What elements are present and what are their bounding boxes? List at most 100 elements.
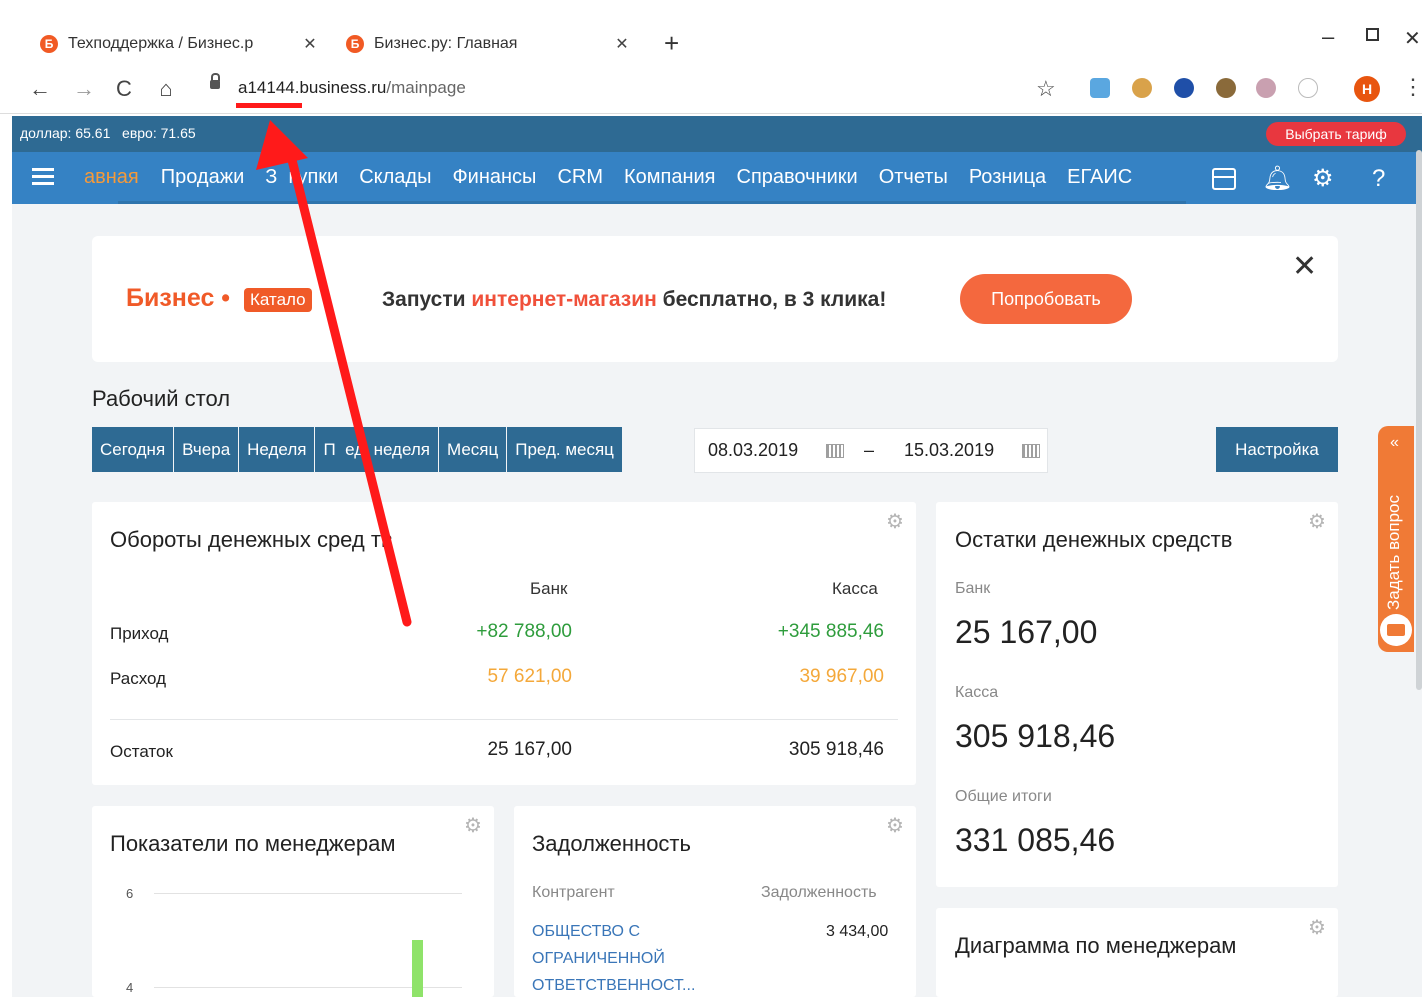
- counterparty-line: ОТВЕТСТВЕННОСТ...: [532, 977, 696, 994]
- counterparty-link[interactable]: ОБЩЕСТВО С ОГРАНИЧЕННОЙ ОТВЕТСТВЕННОСТ..…: [532, 918, 695, 999]
- balance-cash-value: 305 918,46: [788, 739, 884, 760]
- nav-item-main[interactable]: авная: [84, 166, 139, 189]
- calendar-icon[interactable]: [1022, 444, 1040, 458]
- nav-item-finance[interactable]: Финансы: [452, 166, 536, 189]
- nav-items: авная Продажи З купки Склады Финансы CRM…: [84, 166, 1153, 189]
- column-header-cash: Касса: [832, 579, 878, 598]
- extension-icon[interactable]: [1216, 78, 1236, 98]
- collapse-arrow-icon[interactable]: «: [1390, 434, 1399, 452]
- close-tab-icon[interactable]: ✕: [300, 34, 320, 54]
- period-yesterday[interactable]: Вчера: [174, 427, 240, 472]
- managers-title: Показатели по менеджерам: [110, 831, 396, 856]
- promo-logo-badge: Катало: [244, 288, 312, 312]
- help-icon[interactable]: ?: [1372, 166, 1385, 192]
- total-label: Общие итоги: [955, 788, 1052, 805]
- row-label-income: Приход: [110, 624, 169, 643]
- row-label-expense: Расход: [110, 669, 167, 688]
- cookie-extension-icon[interactable]: [1132, 78, 1152, 98]
- nav-item-warehouses[interactable]: Склады: [359, 166, 431, 189]
- period-prev-week[interactable]: П ед. неделя: [315, 427, 439, 472]
- tab-title: Бизнес.ру: Главная: [374, 35, 518, 52]
- balance-bank-value: 25 167,00: [487, 739, 572, 760]
- browser-tab-main[interactable]: Б Бизнес.ру: Главная ✕: [336, 26, 642, 62]
- period-today[interactable]: Сегодня: [92, 427, 175, 472]
- bank-value: 25 167,00: [955, 614, 1098, 650]
- close-window-icon[interactable]: ✕: [1404, 26, 1421, 51]
- choose-tariff-button[interactable]: Выбрать тариф: [1266, 122, 1406, 146]
- promo-text: Запусти интернет-магазин бесплатно, в 3 …: [382, 288, 886, 312]
- period-week[interactable]: Неделя: [239, 427, 316, 472]
- menu-icon[interactable]: [32, 168, 54, 186]
- tab-title: Техподдержка / Бизнес.р: [68, 35, 254, 52]
- gear-icon[interactable]: ⚙︎: [1312, 166, 1334, 192]
- annotation-underline: [236, 103, 302, 108]
- divider: [110, 719, 898, 720]
- promo-text-start: Запусти: [382, 288, 472, 311]
- close-promo-icon[interactable]: ✕: [1292, 252, 1317, 282]
- axis-tick-label: 4: [126, 980, 134, 995]
- nav-item-reports[interactable]: Отчеты: [879, 166, 948, 189]
- nav-item-company[interactable]: Компания: [624, 166, 716, 189]
- chart-bar: [412, 940, 423, 997]
- site-favicon-icon: Б: [40, 35, 58, 53]
- nav-item-crm[interactable]: CRM: [557, 166, 603, 189]
- period-prev-month[interactable]: Пред. месяц: [507, 427, 623, 472]
- profile-avatar[interactable]: Н: [1354, 76, 1380, 102]
- nav-item-egais[interactable]: ЕГАИС: [1067, 166, 1132, 189]
- date-to-input[interactable]: 15.03.2019: [904, 440, 994, 461]
- url-host: a14144.business.ru: [238, 78, 387, 97]
- close-tab-icon[interactable]: ✕: [612, 34, 632, 54]
- url-path: /mainpage: [386, 78, 466, 97]
- try-button[interactable]: Попробовать: [960, 274, 1132, 324]
- column-header-party: Контрагент: [532, 884, 615, 901]
- back-arrow-icon[interactable]: ←: [26, 76, 54, 102]
- date-from-input[interactable]: 08.03.2019: [708, 440, 798, 461]
- bell-icon[interactable]: 🔔︎: [1262, 166, 1292, 192]
- maximize-window-icon[interactable]: [1366, 28, 1379, 41]
- home-icon[interactable]: ⌂: [152, 76, 180, 102]
- bank-label: Банк: [955, 580, 991, 597]
- gear-icon[interactable]: ⚙︎: [1308, 512, 1326, 532]
- nav-underline: [118, 201, 1186, 204]
- panel-icon[interactable]: [1212, 168, 1236, 190]
- balances-title: Остатки денежных средств: [955, 527, 1233, 552]
- extension-icon[interactable]: [1090, 78, 1110, 98]
- browser-menu-icon[interactable]: ⋮: [1402, 74, 1422, 100]
- bookmark-star-icon[interactable]: ☆: [1036, 76, 1056, 102]
- url-text[interactable]: a14144.business.ru/mainpage: [238, 78, 466, 98]
- promo-text-highlight: интернет-магазин: [471, 288, 657, 311]
- gridline: [154, 893, 462, 894]
- period-month[interactable]: Месяц: [438, 427, 508, 472]
- extension-icon[interactable]: [1256, 78, 1276, 98]
- nav-item-purchases[interactable]: З купки: [265, 166, 338, 189]
- nav-item-sales[interactable]: Продажи: [161, 166, 245, 189]
- column-header-bank: Банк: [530, 579, 568, 598]
- globe-extension-icon[interactable]: [1174, 78, 1194, 98]
- forward-arrow-icon[interactable]: →: [70, 76, 98, 102]
- nav-item-directories[interactable]: Справочники: [737, 166, 858, 189]
- calendar-icon[interactable]: [826, 444, 844, 458]
- mail-icon[interactable]: [1380, 614, 1412, 646]
- currency-bar: [12, 116, 1422, 152]
- expense-bank-value: 57 621,00: [487, 666, 572, 687]
- minimize-window-icon[interactable]: –: [1322, 24, 1334, 50]
- expense-cash-value: 39 967,00: [799, 666, 884, 687]
- nav-item-retail[interactable]: Розница: [969, 166, 1046, 189]
- extension-icon[interactable]: [1298, 78, 1318, 98]
- row-label-balance: Остаток: [110, 742, 173, 761]
- counterparty-line: ОБЩЕСТВО С: [532, 923, 640, 940]
- new-tab-icon[interactable]: +: [664, 30, 679, 56]
- reload-icon[interactable]: C: [110, 76, 138, 102]
- browser-tab-support[interactable]: Б Техподдержка / Бизнес.р ✕: [30, 26, 330, 62]
- gear-icon[interactable]: ⚙︎: [886, 816, 904, 836]
- column-header-debt: Задолженность: [761, 884, 877, 901]
- settings-button[interactable]: Настройка: [1216, 427, 1338, 472]
- page-scrollbar[interactable]: [1416, 150, 1422, 690]
- diagram-title: Диаграмма по менеджерам: [955, 933, 1237, 958]
- cash-value: 305 918,46: [955, 718, 1116, 754]
- date-separator: –: [864, 440, 875, 460]
- debt-title: Задолженность: [532, 831, 691, 856]
- gear-icon[interactable]: ⚙︎: [886, 512, 904, 532]
- gear-icon[interactable]: ⚙︎: [464, 816, 482, 836]
- gear-icon[interactable]: ⚙︎: [1308, 918, 1326, 938]
